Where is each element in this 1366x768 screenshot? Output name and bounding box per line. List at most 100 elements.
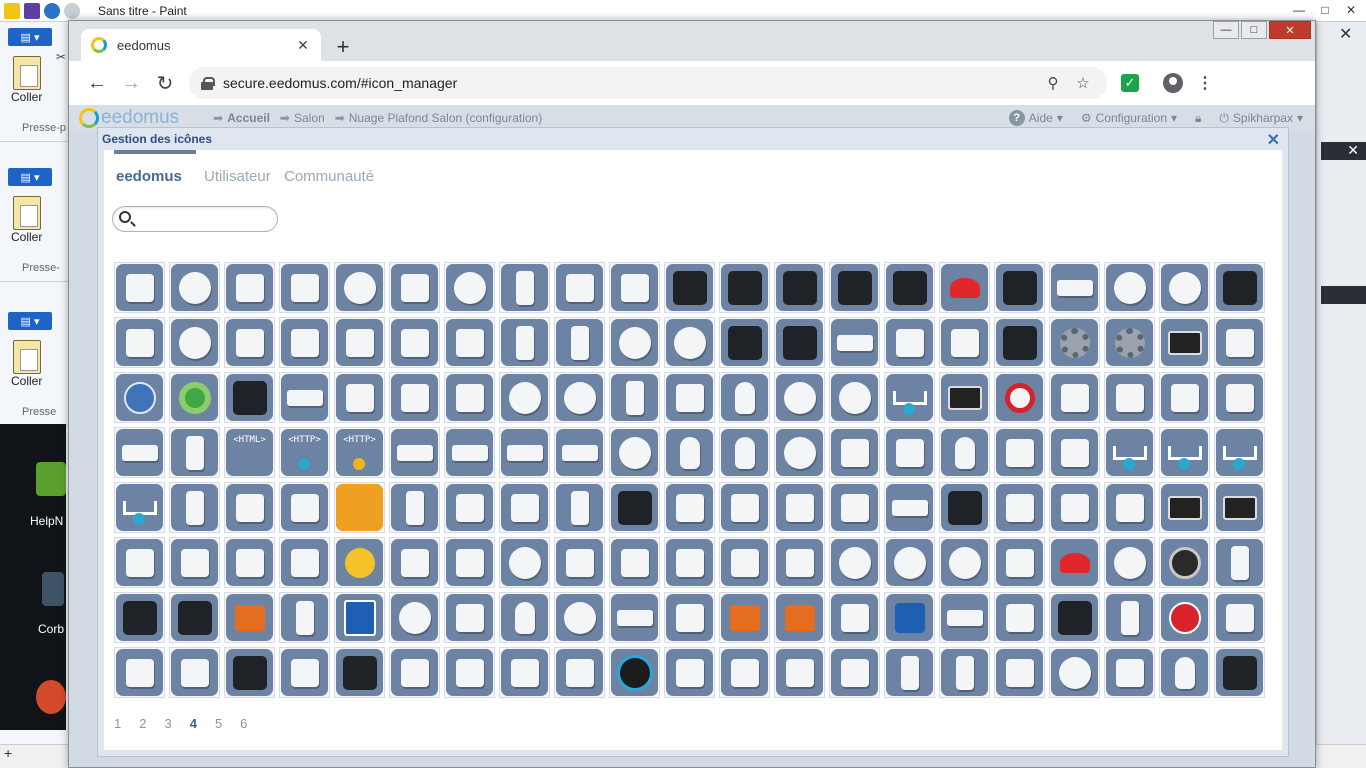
icon-tile-dev-actionneur[interactable]: [1049, 317, 1100, 368]
icon-tile-relay-orange-2[interactable]: [774, 592, 825, 643]
icon-tile-touch-switch-4[interactable]: [1104, 482, 1155, 533]
icon-tile-lcd-thermo[interactable]: [609, 482, 660, 533]
icon-tile-usb-stick[interactable]: [444, 427, 495, 478]
icon-tile-wave-square[interactable]: [1159, 427, 1210, 478]
icon-tile-relay-switch[interactable]: [829, 262, 880, 313]
icon-tile-module-box[interactable]: [389, 262, 440, 313]
browser-tab-eedomus[interactable]: eedomus ✕: [81, 29, 321, 61]
file-menu-button-3[interactable]: ▤ ▾: [8, 312, 52, 330]
icon-tile-thermostat-panel[interactable]: [1104, 372, 1155, 423]
maximize-button[interactable]: □: [1241, 21, 1267, 39]
icon-tile-thermostat-black[interactable]: [169, 537, 220, 588]
icon-tile-smoke-detector[interactable]: [334, 262, 385, 313]
icon-tile-wifi-panel[interactable]: [829, 592, 880, 643]
icon-tile-door-sensor-tall[interactable]: [499, 317, 550, 368]
icon-tile-ghost[interactable]: [224, 482, 275, 533]
icon-tile-wall-switch[interactable]: [1159, 372, 1210, 423]
icon-tile-window-sensor[interactable]: [554, 262, 605, 313]
icon-tile-module-red[interactable]: [829, 482, 880, 533]
icon-tile-wall-outlet[interactable]: [719, 482, 770, 533]
icon-tile-hub-dome[interactable]: [774, 372, 825, 423]
icon-tile-smoke-detector-2[interactable]: [169, 317, 220, 368]
icon-tile-square-panel[interactable]: [444, 592, 495, 643]
undo-icon[interactable]: [44, 2, 60, 19]
icon-tile-vase-sensor[interactable]: [554, 647, 605, 698]
tab-utilisateur[interactable]: Utilisateur: [204, 168, 271, 185]
page-link-3[interactable]: 3: [164, 716, 171, 731]
icon-tile-plug-module[interactable]: [939, 317, 990, 368]
icon-tile-vibration-sensor[interactable]: [334, 482, 385, 533]
close-window-button[interactable]: ✕: [1269, 21, 1311, 39]
help-menu[interactable]: ? Aide ▾: [1008, 110, 1063, 126]
icon-tile-remote-pad[interactable]: [224, 372, 275, 423]
icon-tile-siren-outdoor[interactable]: [609, 317, 660, 368]
dialog-close-icon[interactable]: ✕: [1267, 130, 1280, 150]
browser-shortcut-icon[interactable]: [36, 680, 66, 714]
icon-tile-relay-terminal[interactable]: [774, 647, 825, 698]
configuration-menu[interactable]: ⚙ Configuration ▾: [1081, 111, 1177, 125]
icon-tile-touch-switch[interactable]: [994, 482, 1045, 533]
account-icon[interactable]: [1163, 73, 1183, 93]
icon-tile-pool-sensor[interactable]: [499, 647, 550, 698]
icon-tile-siren[interactable]: [169, 262, 220, 313]
tab-close-icon[interactable]: ✕: [295, 37, 311, 54]
icon-tile-signal-plug[interactable]: [1049, 427, 1100, 478]
icon-tile-socket-adapter[interactable]: [829, 427, 880, 478]
icon-tile-rgbw-controller[interactable]: [1214, 262, 1265, 313]
icon-tile-connector-module[interactable]: [279, 482, 330, 533]
page-link-4-current[interactable]: 4: [190, 716, 197, 731]
icon-tile-ring-siren[interactable]: [994, 372, 1045, 423]
paint-close-button[interactable]: ✕: [1338, 0, 1364, 20]
icon-tile-sensor-cable[interactable]: [1104, 592, 1155, 643]
icon-tile-thermostat-white[interactable]: [114, 537, 165, 588]
icon-tile-blind-module[interactable]: [884, 317, 935, 368]
icon-tile-plug-black[interactable]: [884, 427, 935, 478]
icon-tile-ring-lamp[interactable]: [389, 592, 440, 643]
icon-tile-led-bar[interactable]: [279, 372, 330, 423]
icon-tile-camera-outdoor-2[interactable]: [169, 592, 220, 643]
icon-tile-http-blue[interactable]: <HTTP>: [279, 427, 330, 478]
eedomus-logo[interactable]: eedomus: [79, 107, 179, 129]
icon-tile-terminal-module[interactable]: [994, 647, 1045, 698]
paste-icon[interactable]: [13, 56, 41, 90]
panel-close-icon[interactable]: ✕: [1339, 24, 1352, 44]
paint-minimize-button[interactable]: —: [1286, 0, 1312, 20]
icon-tile-alarm-siren[interactable]: [664, 317, 715, 368]
icon-tile-door-sensor-long[interactable]: [1214, 537, 1265, 588]
icon-tile-cube-sensor[interactable]: [444, 537, 495, 588]
icon-tile-dome-sensor[interactable]: [499, 372, 550, 423]
lock-icon[interactable]: [201, 77, 215, 90]
icon-tile-speaker[interactable]: [664, 482, 715, 533]
icon-tile-curtain-sensor[interactable]: [554, 317, 605, 368]
recycle-bin-icon[interactable]: [42, 572, 64, 606]
minimize-button[interactable]: —: [1213, 21, 1239, 39]
icon-tile-thermostat-round[interactable]: [444, 262, 495, 313]
icon-tile-double-switch[interactable]: [994, 592, 1045, 643]
icon-tile-pillar-light[interactable]: [279, 592, 330, 643]
cut-icon[interactable]: ✂: [56, 50, 66, 64]
icon-tile-display-panel[interactable]: [719, 317, 770, 368]
icon-tile-lcd-thermometer[interactable]: [224, 647, 275, 698]
icon-tile-display-sensor[interactable]: [499, 482, 550, 533]
icon-tile-wave-step[interactable]: [114, 482, 165, 533]
icon-tile-motion-ball[interactable]: [554, 372, 605, 423]
icon-tile-scene-controller[interactable]: [1049, 372, 1100, 423]
icon-tile-cable-sensor-2[interactable]: [444, 372, 495, 423]
icon-tile-robot[interactable]: [224, 537, 275, 588]
file-menu-button-2[interactable]: ▤ ▾: [8, 168, 52, 186]
icon-tile-ceiling-light[interactable]: [1104, 262, 1155, 313]
icon-tile-relay-switch-2[interactable]: [884, 262, 935, 313]
forward-button[interactable]: →: [115, 67, 147, 99]
page-link-2[interactable]: 2: [139, 716, 146, 731]
icon-tile-usb-key[interactable]: [389, 427, 440, 478]
icon-tile-remote-tall[interactable]: [389, 482, 440, 533]
icon-tile-green-dome[interactable]: [169, 372, 220, 423]
icon-tile-digital-counter[interactable]: [719, 647, 770, 698]
icon-tile-timer-panel[interactable]: [774, 482, 825, 533]
icon-tile-http-yellow[interactable]: <HTTP>: [334, 427, 385, 478]
icon-tile-magnet-sensor[interactable]: [114, 427, 165, 478]
desktop-icon-label-2[interactable]: Corb: [38, 622, 64, 636]
icon-tile-weather-station[interactable]: [444, 482, 495, 533]
icon-tile-panel-dots[interactable]: [994, 427, 1045, 478]
icon-tile-radio[interactable]: [939, 482, 990, 533]
